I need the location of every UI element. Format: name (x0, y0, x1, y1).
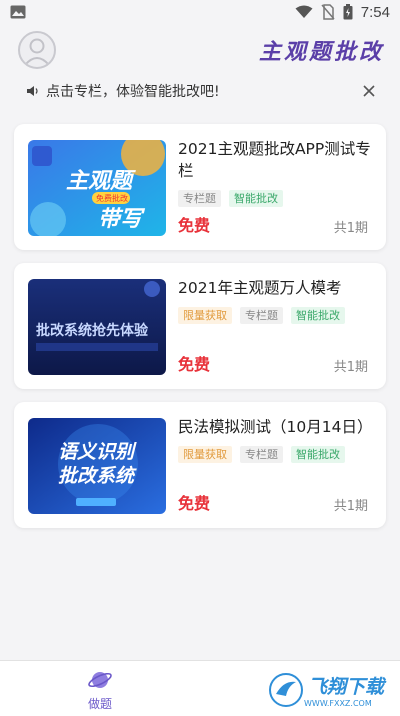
course-card[interactable]: 语义识别 批改系统 民法模拟测试（10月14日） 限量获取 专栏题 智能批改 免… (14, 402, 386, 528)
course-thumbnail: 主观题 免费批改 带写 (28, 140, 166, 236)
svg-text:批改系统: 批改系统 (58, 465, 137, 487)
status-time: 7:54 (360, 3, 390, 21)
course-price: 免费 (178, 355, 211, 374)
course-issue-count: 共1期 (333, 221, 368, 236)
course-price: 免费 (178, 216, 211, 235)
notice-text: 点击专栏，体验智能批改吧! (46, 84, 220, 100)
battery-icon (343, 4, 353, 20)
status-left (10, 5, 26, 19)
course-card[interactable]: 批改系统抢先体验 2021年主观题万人模考 限量获取 专栏题 智能批改 免费 共… (14, 263, 386, 389)
status-bar: 7:54 (0, 0, 400, 24)
tag: 限量获取 (178, 307, 232, 324)
nav-label: 做题 (87, 696, 112, 711)
wing-logo-icon (269, 673, 303, 707)
course-tags: 专栏题 智能批改 (178, 190, 283, 207)
watermark-logo: 飞翔下载 WWW.FXXZ.COM (268, 668, 398, 712)
header: 主观题批改 (0, 24, 400, 76)
tag: 专栏题 (178, 190, 221, 207)
svg-text:语义识别: 语义识别 (58, 441, 137, 463)
close-icon[interactable] (360, 82, 378, 100)
svg-text:批改系统抢先体验: 批改系统抢先体验 (36, 322, 149, 339)
course-issue-count: 共1期 (333, 360, 368, 375)
watermark-text-group: 飞翔下载 WWW.FXXZ.COM (304, 672, 384, 708)
nav-item-practice[interactable]: 做题 (70, 665, 130, 713)
course-issue-count: 共1期 (333, 499, 368, 514)
course-card[interactable]: 主观题 免费批改 带写 2021主观题批改APP测试专栏 专栏题 智能批改 免费… (14, 124, 386, 250)
svg-text:带写: 带写 (98, 207, 146, 232)
course-thumbnail: 语义识别 批改系统 (28, 418, 166, 514)
app-title: 主观题批改 (258, 39, 384, 65)
watermark-text: 飞翔下载 (308, 676, 385, 698)
tag: 智能批改 (229, 190, 283, 207)
watermark-sub: WWW.FXXZ.COM (304, 699, 372, 708)
notice-bar: 点击专栏，体验智能批改吧! (0, 76, 400, 106)
tag: 智能批改 (291, 307, 345, 324)
course-tags: 限量获取 专栏题 智能批改 (178, 446, 345, 463)
course-tags: 限量获取 专栏题 智能批改 (178, 307, 345, 324)
avatar[interactable] (18, 31, 56, 69)
course-title: 民法模拟测试（10月14日） (178, 418, 373, 436)
svg-text:免费批改: 免费批改 (96, 193, 128, 203)
svg-text:主观题: 主观题 (66, 169, 136, 194)
status-right: 7:54 (295, 4, 390, 21)
course-price: 免费 (178, 494, 211, 513)
course-title: 2021年主观题万人模考 (178, 279, 342, 297)
planet-icon (88, 671, 112, 688)
tag: 限量获取 (178, 446, 232, 463)
course-thumbnail: 批改系统抢先体验 (28, 279, 166, 375)
user-icon (24, 38, 50, 66)
tag: 智能批改 (291, 446, 345, 463)
no-sim-icon (321, 4, 335, 20)
course-title: 2021主观题批改APP测试专栏 (178, 140, 371, 180)
tag: 专栏题 (240, 446, 283, 463)
speaker-icon (26, 85, 40, 97)
tag: 专栏题 (240, 307, 283, 324)
wifi-icon (295, 5, 313, 18)
image-notification-icon (10, 5, 26, 19)
